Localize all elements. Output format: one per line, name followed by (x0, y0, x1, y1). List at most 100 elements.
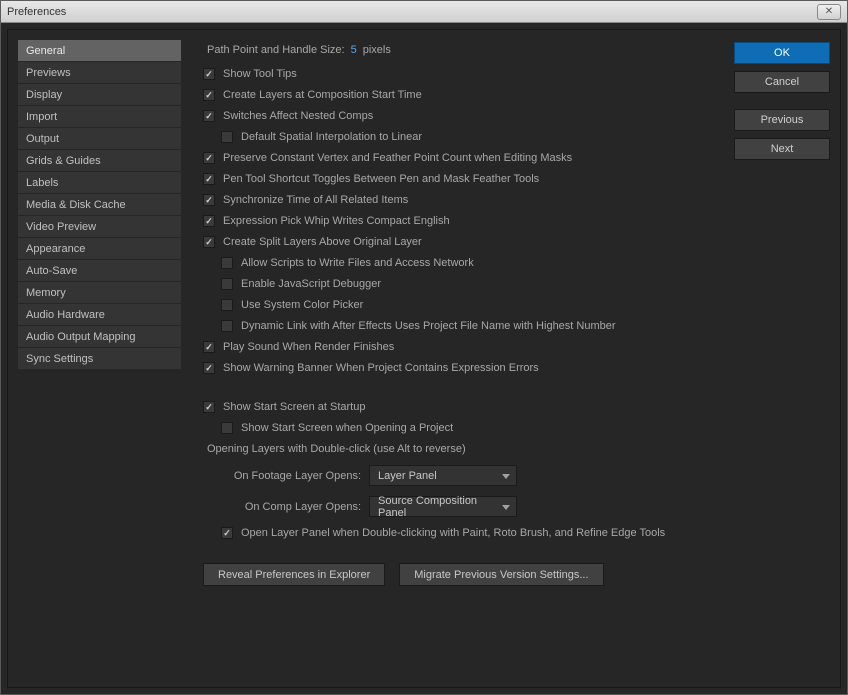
comp-layer-dropdown[interactable]: Source Composition Panel (369, 496, 517, 517)
checkbox[interactable] (203, 401, 215, 413)
check-row: Synchronize Time of All Related Items (199, 194, 716, 206)
sidebar-item-label: Video Preview (26, 221, 96, 233)
sidebar-item-label: Audio Hardware (26, 309, 105, 321)
cancel-button[interactable]: Cancel (734, 71, 830, 93)
checkbox-label: Enable JavaScript Debugger (241, 278, 381, 290)
checkbox-label: Use System Color Picker (241, 299, 363, 311)
checkbox-label: Show Start Screen at Startup (223, 401, 365, 413)
comp-layer-value: Source Composition Panel (378, 495, 502, 519)
path-point-size-row: Path Point and Handle Size: 5 pixels (199, 44, 716, 56)
checkbox[interactable] (203, 236, 215, 248)
opening-layers-header: Opening Layers with Double-click (use Al… (199, 443, 716, 455)
sidebar-item-video-preview[interactable]: Video Preview (18, 216, 181, 238)
cancel-label: Cancel (765, 76, 799, 88)
checkbox[interactable] (221, 320, 233, 332)
checkbox[interactable] (203, 173, 215, 185)
checkbox[interactable] (203, 152, 215, 164)
general-content: Path Point and Handle Size: 5 pixels Sho… (191, 40, 724, 677)
reveal-preferences-label: Reveal Preferences in Explorer (218, 569, 370, 581)
check-row: Create Split Layers Above Original Layer (199, 236, 716, 248)
sidebar-item-media-disk-cache[interactable]: Media & Disk Cache (18, 194, 181, 216)
checkbox-label: Show Warning Banner When Project Contain… (223, 362, 539, 374)
chevron-down-icon (502, 470, 510, 482)
previous-button[interactable]: Previous (734, 109, 830, 131)
migrate-settings-button[interactable]: Migrate Previous Version Settings... (399, 563, 603, 586)
sidebar-item-label: Memory (26, 287, 66, 299)
preferences-window: Preferences ✕ General Previews Display Impo… (0, 0, 848, 695)
checkbox-label: Expression Pick Whip Writes Compact Engl… (223, 215, 450, 227)
checkbox[interactable] (221, 299, 233, 311)
sidebar-item-previews[interactable]: Previews (18, 62, 181, 84)
window-title: Preferences (7, 6, 66, 18)
checkbox[interactable] (203, 194, 215, 206)
titlebar: Preferences ✕ (1, 1, 847, 23)
checkbox[interactable] (203, 341, 215, 353)
checkbox-label: Pen Tool Shortcut Toggles Between Pen an… (223, 173, 539, 185)
sidebar-item-memory[interactable]: Memory (18, 282, 181, 304)
footage-layer-row: On Footage Layer Opens: Layer Panel (199, 465, 716, 486)
sidebar-item-display[interactable]: Display (18, 84, 181, 106)
sidebar-item-audio-hardware[interactable]: Audio Hardware (18, 304, 181, 326)
check-row: Show Warning Banner When Project Contain… (199, 362, 716, 374)
sidebar-item-label: Import (26, 111, 57, 123)
previous-label: Previous (761, 114, 804, 126)
checkbox-label: Show Tool Tips (223, 68, 297, 80)
check-row: Create Layers at Composition Start Time (199, 89, 716, 101)
open-layer-panel-checkbox[interactable] (221, 527, 233, 539)
sidebar-item-label: Output (26, 133, 59, 145)
checkbox[interactable] (221, 422, 233, 434)
checkbox-label: Create Layers at Composition Start Time (223, 89, 422, 101)
checkbox[interactable] (203, 89, 215, 101)
check-row: Preserve Constant Vertex and Feather Poi… (199, 152, 716, 164)
check-row: Show Tool Tips (199, 68, 716, 80)
open-layer-panel-label: Open Layer Panel when Double-clicking wi… (241, 527, 665, 539)
sidebar-item-grids-guides[interactable]: Grids & Guides (18, 150, 181, 172)
sidebar-item-label: Media & Disk Cache (26, 199, 126, 211)
checkbox-label: Show Start Screen when Opening a Project (241, 422, 453, 434)
sidebar-item-label: Grids & Guides (26, 155, 101, 167)
reveal-preferences-button[interactable]: Reveal Preferences in Explorer (203, 563, 385, 586)
footage-layer-value: Layer Panel (378, 470, 437, 482)
checkbox-label: Default Spatial Interpolation to Linear (241, 131, 422, 143)
checkbox[interactable] (221, 131, 233, 143)
sidebar-item-label: Previews (26, 67, 71, 79)
dialog-panel: General Previews Display Import Output Grids … (7, 29, 841, 688)
sidebar-item-auto-save[interactable]: Auto-Save (18, 260, 181, 282)
sidebar-item-label: Labels (26, 177, 58, 189)
sidebar-item-appearance[interactable]: Appearance (18, 238, 181, 260)
migrate-settings-label: Migrate Previous Version Settings... (414, 569, 588, 581)
next-button[interactable]: Next (734, 138, 830, 160)
path-point-label: Path Point and Handle Size: (207, 44, 345, 56)
checkbox-label: Create Split Layers Above Original Layer (223, 236, 422, 248)
sidebar-item-general[interactable]: General (18, 40, 181, 62)
sidebar-item-labels[interactable]: Labels (18, 172, 181, 194)
check-row: Play Sound When Render Finishes (199, 341, 716, 353)
checkbox-label: Preserve Constant Vertex and Feather Poi… (223, 152, 572, 164)
sidebar-item-audio-output-mapping[interactable]: Audio Output Mapping (18, 326, 181, 348)
footage-layer-dropdown[interactable]: Layer Panel (369, 465, 517, 486)
check-row: Dynamic Link with After Effects Uses Pro… (199, 320, 716, 332)
path-point-value[interactable]: 5 (351, 44, 357, 56)
sidebar-item-label: Display (26, 89, 62, 101)
window-close-button[interactable]: ✕ (817, 4, 841, 20)
checkbox[interactable] (203, 362, 215, 374)
sidebar-item-import[interactable]: Import (18, 106, 181, 128)
sidebar-item-output[interactable]: Output (18, 128, 181, 150)
sidebar-item-sync-settings[interactable]: Sync Settings (18, 348, 181, 370)
checkbox[interactable] (203, 110, 215, 122)
checkbox[interactable] (221, 257, 233, 269)
check-row: Use System Color Picker (199, 299, 716, 311)
comp-layer-label: On Comp Layer Opens: (221, 501, 361, 513)
footage-layer-label: On Footage Layer Opens: (221, 470, 361, 482)
checkbox[interactable] (221, 278, 233, 290)
sidebar-item-label: Appearance (26, 243, 85, 255)
check-row: Expression Pick Whip Writes Compact Engl… (199, 215, 716, 227)
check-row: Allow Scripts to Write Files and Access … (199, 257, 716, 269)
checkbox[interactable] (203, 68, 215, 80)
checkbox[interactable] (203, 215, 215, 227)
ok-label: OK (774, 47, 790, 59)
check-row: Switches Affect Nested Comps (199, 110, 716, 122)
checkbox-label: Synchronize Time of All Related Items (223, 194, 408, 206)
next-label: Next (771, 143, 794, 155)
ok-button[interactable]: OK (734, 42, 830, 64)
